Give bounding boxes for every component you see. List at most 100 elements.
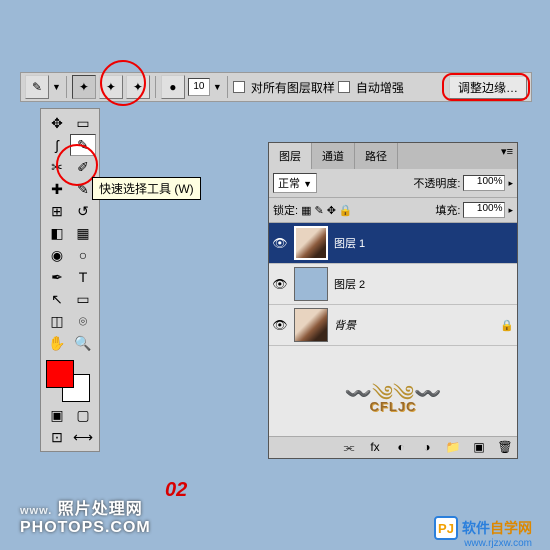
subtract-selection-button[interactable]: ✦ [126, 75, 150, 99]
tool-tooltip: 快速选择工具 (W) [92, 177, 201, 200]
lock-row: 锁定: ▦ ✎ ✥ 🔒 填充: 100% ▸ [269, 198, 517, 223]
mask-icon[interactable]: ◐ [392, 440, 410, 455]
layers-footer: ⫘ fx ◐ ◑ 📁 ▣ 🗑 [269, 436, 517, 458]
gradient-tool[interactable]: ▦ [70, 222, 96, 244]
quickmask-tool[interactable]: ▣ [44, 404, 70, 426]
layer-options-row: 正常 ▼ 不透明度: 100% ▸ [269, 169, 517, 198]
annotation-number: 02 [165, 479, 187, 502]
3d-tool[interactable]: ◫ [44, 310, 70, 332]
lock-pixels-icon[interactable]: ✎ [314, 204, 323, 217]
dropdown-icon[interactable]: ▼ [213, 82, 222, 92]
layer-name[interactable]: 图层 1 [334, 235, 365, 251]
crop-tool[interactable]: ✂ [44, 156, 70, 178]
new-layer-icon[interactable]: ▣ [470, 440, 488, 455]
folder-icon[interactable]: 📁 [444, 440, 462, 455]
shape-tool[interactable]: ▭ [70, 288, 96, 310]
pen-tool[interactable]: ✒ [44, 266, 70, 288]
brush-icon: ✎ [32, 80, 42, 94]
brush-preview[interactable]: ● [161, 75, 185, 99]
layers-panel: ▾≡ 图层 通道 路径 正常 ▼ 不透明度: 100% ▸ 锁定: ▦ ✎ ✥ … [268, 142, 518, 459]
fill-input[interactable]: 100% [463, 202, 505, 218]
extra-tool2[interactable]: ⟷ [70, 426, 96, 448]
logo-icon: PJ [434, 516, 458, 540]
visibility-toggle[interactable]: 👁 [272, 235, 288, 251]
panel-tabs: 图层 通道 路径 [269, 143, 517, 169]
history-brush-tool[interactable]: ↺ [70, 200, 96, 222]
wand-minus-icon: ✦ [133, 80, 143, 94]
separator [155, 76, 156, 98]
color-swatches [44, 360, 96, 404]
path-tool[interactable]: ↖ [44, 288, 70, 310]
layer-list: 👁 图层 1 👁 图层 2 👁 背景 🔒 [269, 223, 517, 346]
blur-tool[interactable]: ◉ [44, 244, 70, 266]
toolbox: ✥▭ ʃ✎ ✂✐ ✚✎ ⊞↺ ◧▦ ◉○ ✒T ↖▭ ◫⌾ ✋🔍 ▣▢ ⊡⟷ [40, 108, 100, 452]
options-bar: ✎ ▼ ✦ ✦ ✦ ● 10 ▼ 对所有图层取样 自动增强 调整边缘… [20, 72, 532, 102]
fill-arrow-icon[interactable]: ▸ [508, 205, 513, 216]
trash-icon[interactable]: 🗑 [496, 440, 514, 455]
watermark-photops: www. 照片处理网 PHOTOPS.COM [20, 495, 151, 537]
extra-tool[interactable]: ⊡ [44, 426, 70, 448]
lock-transparency-icon[interactable]: ▦ [301, 204, 311, 217]
dot-icon: ● [169, 80, 176, 94]
layer-row[interactable]: 👁 背景 🔒 [269, 305, 517, 346]
opacity-input[interactable]: 100% [463, 175, 505, 191]
separator [227, 76, 228, 98]
blend-mode-select[interactable]: 正常 ▼ [273, 173, 317, 193]
ornament-graphic: 〰️༄༄〰️ [338, 369, 448, 399]
layer-name[interactable]: 图层 2 [334, 276, 365, 292]
screenmode-tool[interactable]: ▢ [70, 404, 96, 426]
lasso-tool[interactable]: ʃ [44, 134, 70, 156]
tool-preset-button[interactable]: ✎ [25, 75, 49, 99]
lock-label: 锁定: [273, 202, 298, 218]
watermark-rjzxw: PJ 软件自学网 www.rjzxw.com [434, 516, 532, 540]
lock-position-icon[interactable]: ✥ [327, 204, 336, 217]
move-tool[interactable]: ✥ [44, 112, 70, 134]
zoom-tool[interactable]: 🔍 [70, 332, 96, 354]
brush-size-input[interactable]: 10 [188, 78, 210, 96]
tab-paths[interactable]: 路径 [355, 143, 398, 169]
layer-thumbnail[interactable] [294, 308, 328, 342]
foreground-color[interactable] [46, 360, 74, 388]
heal-tool[interactable]: ✚ [44, 178, 70, 200]
eyedropper-tool[interactable]: ✐ [70, 156, 96, 178]
adjustment-icon[interactable]: ◑ [418, 440, 436, 455]
separator [66, 76, 67, 98]
fx-icon[interactable]: fx [366, 440, 384, 455]
selection-tool[interactable]: ▭ [70, 112, 96, 134]
link-layers-icon[interactable]: ⫘ [340, 440, 358, 455]
opacity-arrow-icon[interactable]: ▸ [508, 178, 513, 189]
camera-tool[interactable]: ⌾ [70, 310, 96, 332]
layer-thumbnail[interactable] [294, 226, 328, 260]
lock-icon: 🔒 [500, 319, 514, 332]
dropdown-icon[interactable]: ▼ [52, 82, 61, 92]
layer-row[interactable]: 👁 图层 1 [269, 223, 517, 264]
visibility-toggle[interactable]: 👁 [272, 317, 288, 333]
preview-area: 〰️༄༄〰️ CFLJC [269, 346, 517, 436]
auto-enhance-checkbox[interactable] [338, 81, 350, 93]
layer-thumbnail[interactable] [294, 267, 328, 301]
stamp-tool[interactable]: ⊞ [44, 200, 70, 222]
type-tool[interactable]: T [70, 266, 96, 288]
quick-select-tool[interactable]: ✎ [70, 134, 96, 156]
wand-icon: ✦ [79, 80, 89, 94]
layer-row[interactable]: 👁 图层 2 [269, 264, 517, 305]
dodge-tool[interactable]: ○ [70, 244, 96, 266]
lock-all-icon[interactable]: 🔒 [339, 204, 353, 217]
refine-edge-button[interactable]: 调整边缘… [449, 76, 527, 99]
layer-name[interactable]: 背景 [334, 317, 356, 333]
opacity-label: 不透明度: [413, 175, 460, 191]
tab-layers[interactable]: 图层 [269, 143, 312, 169]
new-selection-button[interactable]: ✦ [72, 75, 96, 99]
auto-enhance-label: 自动增强 [356, 79, 404, 96]
visibility-toggle[interactable]: 👁 [272, 276, 288, 292]
tab-channels[interactable]: 通道 [312, 143, 355, 169]
hand-tool[interactable]: ✋ [44, 332, 70, 354]
sample-all-label: 对所有图层取样 [251, 79, 335, 96]
add-selection-button[interactable]: ✦ [99, 75, 123, 99]
sample-all-checkbox[interactable] [233, 81, 245, 93]
wand-plus-icon: ✦ [106, 80, 116, 94]
preview-text: CFLJC [370, 399, 417, 414]
panel-menu-icon[interactable]: ▾≡ [501, 145, 513, 158]
fill-label: 填充: [435, 202, 460, 218]
eraser-tool[interactable]: ◧ [44, 222, 70, 244]
